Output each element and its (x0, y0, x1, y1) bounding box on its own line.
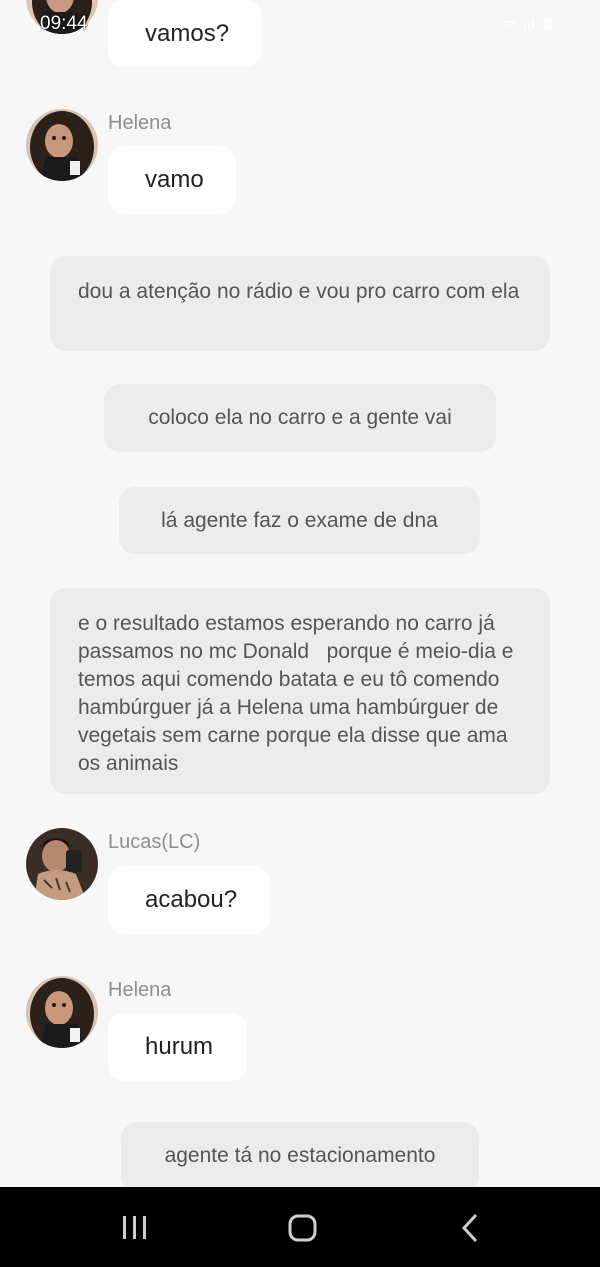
lucas-avatar-image (26, 828, 98, 900)
message-bubble[interactable]: vamo (108, 146, 236, 214)
narration-text: dou a atenção no rádio e vou pro carro c… (78, 280, 520, 303)
message-text: vamo (145, 166, 204, 193)
narration-text: e o resultado estamos esperando no carro… (78, 612, 520, 775)
avatar-helena[interactable] (26, 109, 98, 181)
sender-name: Helena (108, 112, 172, 134)
sender-name: Lucas(LC) (108, 831, 201, 853)
narration-bubble[interactable]: coloco ela no carro e a gente vai (104, 384, 496, 452)
narration-bubble[interactable]: e o resultado estamos esperando no carro… (50, 588, 550, 794)
narration-text: agente tá no estacionamento (164, 1144, 436, 1167)
navigation-bar (0, 1187, 600, 1267)
home-icon[interactable] (282, 1213, 322, 1243)
narration-bubble[interactable]: agente tá no estacionamento (121, 1122, 479, 1192)
avatar-helena[interactable] (26, 0, 98, 34)
message-text: hurum (145, 1033, 214, 1060)
sender-name: Helena (108, 979, 172, 1001)
message-bubble[interactable]: acabou? (108, 866, 270, 934)
message-bubble[interactable]: hurum (108, 1013, 247, 1081)
avatar-helena[interactable] (26, 976, 98, 1048)
message-bubble[interactable]: vamos? (108, 0, 262, 67)
back-icon[interactable] (450, 1213, 490, 1243)
avatar-lucas[interactable] (26, 828, 98, 900)
helena-avatar-image (26, 976, 98, 1048)
message-text: vamos? (145, 19, 230, 47)
narration-bubble[interactable]: dou a atenção no rádio e vou pro carro c… (50, 256, 550, 351)
message-text: acabou? (145, 886, 238, 913)
narration-text: coloco ela no carro e a gente vai (148, 406, 452, 429)
narration-text: lá agente faz o exame de dna (161, 508, 438, 532)
helena-avatar-image (26, 0, 98, 34)
recent-apps-icon[interactable] (115, 1213, 155, 1243)
helena-avatar-image (26, 109, 98, 181)
status-icons (500, 16, 560, 33)
signal-battery-icon (501, 18, 552, 29)
narration-bubble[interactable]: lá agente faz o exame de dna (119, 487, 480, 554)
